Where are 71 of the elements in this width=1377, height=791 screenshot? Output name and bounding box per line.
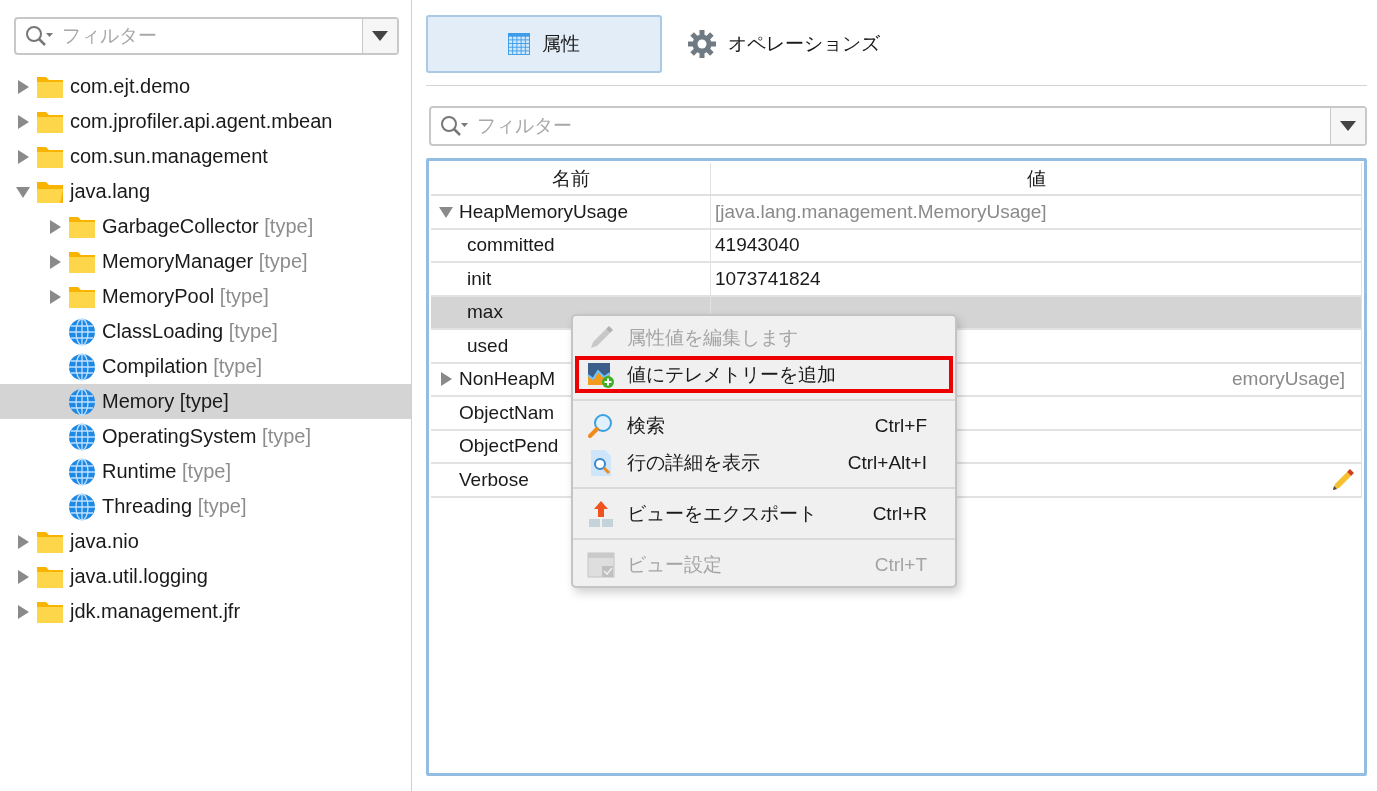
- expand-arrow-icon[interactable]: [48, 254, 62, 269]
- collapse-arrow-icon[interactable]: [439, 204, 453, 219]
- folder-icon: [36, 529, 64, 554]
- tree-item[interactable]: Runtime [type]: [0, 454, 411, 489]
- expand-arrow-icon[interactable]: [48, 219, 62, 234]
- search-icon[interactable]: [439, 114, 469, 138]
- folder-icon: [36, 144, 64, 169]
- expand-arrow-icon[interactable]: [439, 372, 453, 387]
- tree-item[interactable]: ClassLoading [type]: [0, 314, 411, 349]
- tree-item[interactable]: MemoryPool [type]: [0, 279, 411, 314]
- folder-icon: [36, 109, 64, 134]
- folder-icon: [68, 284, 96, 309]
- tree-item[interactable]: com.jprofiler.api.agent.mbean: [0, 104, 411, 139]
- tab[interactable]: オペレーションズ: [686, 15, 882, 73]
- tree-item[interactable]: com.sun.management: [0, 139, 411, 174]
- value-cell: 1073741824: [711, 263, 1362, 297]
- filter-dropdown-button[interactable]: [1330, 108, 1365, 144]
- tree-item[interactable]: Compilation [type]: [0, 349, 411, 384]
- tree-item[interactable]: Memory [type]: [0, 384, 411, 419]
- magnifier-icon: [587, 411, 615, 440]
- expand-arrow-icon[interactable]: [48, 289, 62, 304]
- filter-dropdown-button[interactable]: [362, 19, 397, 53]
- folder-icon: [36, 599, 64, 624]
- search-icon[interactable]: [24, 24, 54, 48]
- dropdown-arrow-icon: [372, 31, 388, 41]
- dropdown-arrow-icon: [1340, 121, 1356, 131]
- collapse-arrow-icon[interactable]: [16, 184, 30, 199]
- tree-item[interactable]: java.util.logging: [0, 559, 411, 594]
- view-settings-icon: [587, 550, 615, 579]
- tree-item[interactable]: java.nio: [0, 524, 411, 559]
- expand-arrow-icon[interactable]: [16, 604, 30, 619]
- tree-item[interactable]: java.lang: [0, 174, 411, 209]
- tree-item[interactable]: jdk.management.jfr: [0, 594, 411, 629]
- globe-icon: [68, 457, 96, 486]
- export-icon: [587, 499, 615, 528]
- tree-item[interactable]: GarbageCollector [type]: [0, 209, 411, 244]
- globe-icon: [68, 352, 96, 381]
- value-cell: [java.lang.management.MemoryUsage]: [711, 196, 1362, 230]
- expand-arrow-icon[interactable]: [16, 534, 30, 549]
- expand-arrow-icon[interactable]: [16, 114, 30, 129]
- folder-icon: [36, 564, 64, 589]
- tree-item[interactable]: Threading [type]: [0, 489, 411, 524]
- folder-icon: [68, 249, 96, 274]
- tree-item[interactable]: OperatingSystem [type]: [0, 419, 411, 454]
- globe-icon: [68, 317, 96, 346]
- folder-icon: [36, 179, 64, 204]
- name-cell: init: [431, 263, 711, 297]
- tab[interactable]: 属性: [426, 15, 662, 73]
- value-cell: 41943040: [711, 229, 1362, 263]
- expand-arrow-icon[interactable]: [16, 149, 30, 164]
- filter-bar[interactable]: フィルター: [429, 106, 1367, 146]
- filter-field[interactable]: フィルター: [60, 19, 362, 53]
- chart-add-icon: [587, 360, 615, 389]
- expand-arrow-icon[interactable]: [16, 569, 30, 584]
- menu-item[interactable]: 値にテレメトリーを追加: [575, 356, 953, 393]
- pencil-icon[interactable]: [1331, 467, 1355, 492]
- gear-icon: [688, 30, 716, 58]
- tree-item[interactable]: MemoryManager [type]: [0, 244, 411, 279]
- filter-bar[interactable]: フィルター: [14, 17, 399, 55]
- name-cell: committed: [431, 229, 711, 263]
- globe-icon: [68, 492, 96, 521]
- table-icon: [508, 32, 530, 56]
- globe-icon: [68, 422, 96, 451]
- name-cell: HeapMemoryUsage: [431, 196, 711, 230]
- expand-arrow-icon[interactable]: [16, 79, 30, 94]
- tree-item[interactable]: com.ejt.demo: [0, 69, 411, 104]
- filter-field[interactable]: フィルター: [475, 108, 1330, 144]
- menu-item[interactable]: ビューをエクスポート Ctrl+R: [575, 495, 953, 532]
- folder-icon: [36, 74, 64, 99]
- globe-icon: [68, 387, 96, 416]
- folder-icon: [68, 214, 96, 239]
